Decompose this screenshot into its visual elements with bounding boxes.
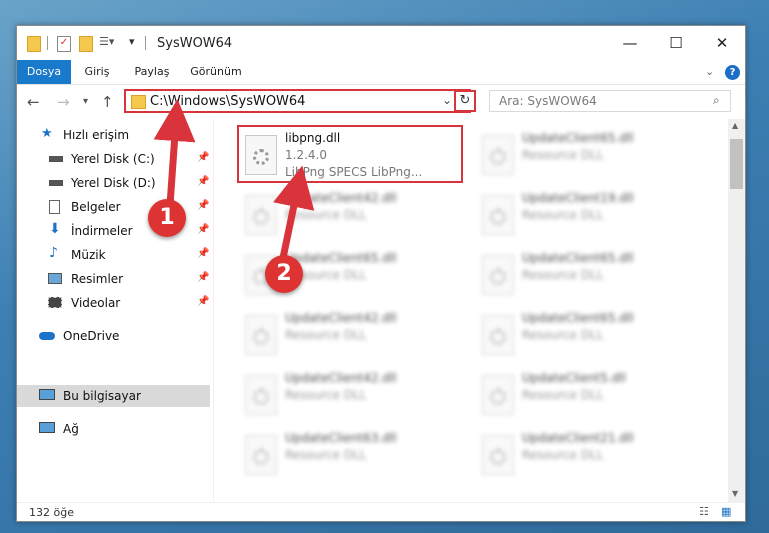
arrow-1 [153, 99, 196, 206]
arrow-2 [273, 165, 315, 259]
step-marker-2: 2 [265, 255, 303, 293]
annotation-arrows [153, 99, 315, 259]
step-marker-1: 1 [148, 199, 186, 237]
